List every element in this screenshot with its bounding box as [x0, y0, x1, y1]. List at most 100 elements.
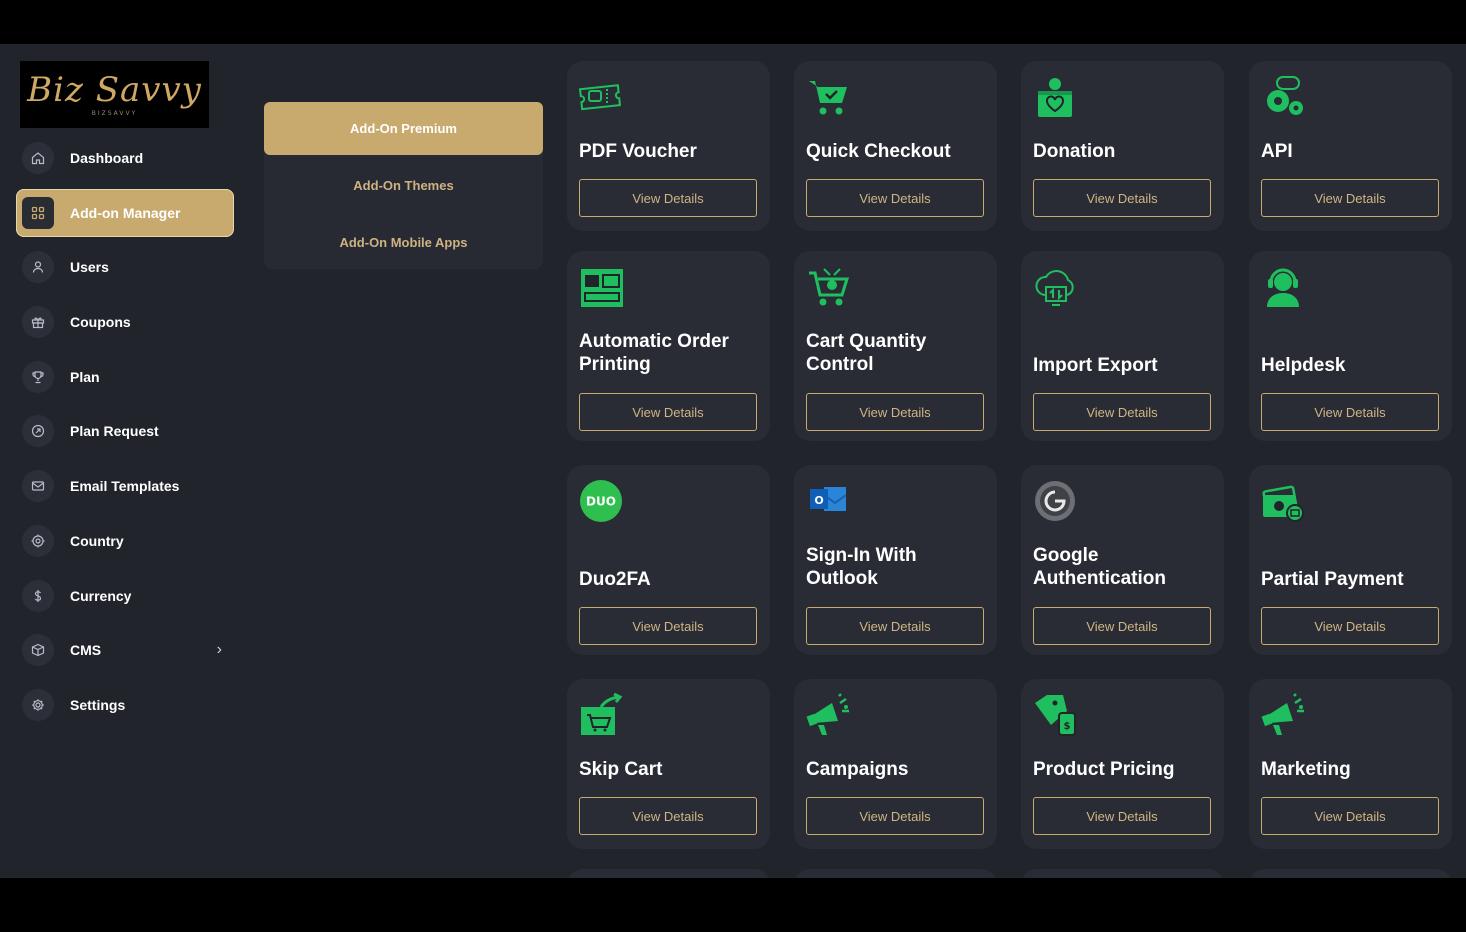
view-details-button[interactable]: View Details [806, 393, 984, 431]
printer-icon [579, 265, 625, 309]
outlook-icon: O [806, 479, 852, 523]
sidebar-item-label: CMS [70, 642, 102, 659]
sidebar-item-country[interactable]: Country [16, 517, 234, 565]
voucher-icon [578, 75, 625, 119]
addon-card-partial [567, 869, 770, 878]
view-details-button[interactable]: View Details [1261, 607, 1439, 645]
sidebar-item-settings[interactable]: Settings [16, 681, 234, 729]
sidebar-item-plan[interactable]: Plan [16, 353, 234, 401]
sidebar-item-label: Dashboard [70, 150, 144, 166]
addon-title: Quick Checkout [806, 141, 951, 162]
addon-card-campaigns: Campaigns View Details [794, 679, 997, 849]
addon-card-helpdesk: Helpdesk View Details [1249, 251, 1452, 441]
sidebar-item-plan-request[interactable]: Plan Request [16, 407, 234, 455]
addon-title: Marketing [1261, 759, 1351, 780]
google-auth-icon [1033, 479, 1079, 523]
addon-title: Sign-In With Outlook [806, 545, 917, 589]
tab-addon-themes[interactable]: Add-On Themes [264, 159, 543, 212]
sidebar-item-label: Users [70, 259, 109, 276]
chevron-right-icon[interactable]: › [217, 641, 222, 659]
trophy-icon [22, 360, 54, 393]
view-details-button[interactable]: View Details [579, 393, 757, 431]
brand-logo[interactable]: Biz Savvy BIZSAVVY [20, 61, 209, 128]
view-details-button[interactable]: View Details [1033, 607, 1211, 645]
sidebar-item-email-templates[interactable]: Email Templates [16, 462, 234, 510]
addon-card-pdf-voucher: PDF Voucher View Details [567, 61, 770, 231]
sidebar-item-coupons[interactable]: Coupons [16, 298, 234, 346]
view-details-button[interactable]: View Details [1261, 179, 1439, 217]
addon-title: Helpdesk [1261, 355, 1346, 376]
addon-card-partial [1249, 869, 1452, 878]
addon-card-skip-cart: Skip Cart View Details [567, 679, 770, 849]
addon-card-donation: Donation View Details [1021, 61, 1224, 231]
view-details-button[interactable]: View Details [1033, 797, 1211, 835]
sidebar-item-label: Coupons [70, 314, 131, 331]
addon-title: Automatic Order Printing [579, 331, 729, 375]
sidebar-item-currency[interactable]: Currency [16, 572, 234, 620]
sidebar-item-users[interactable]: Users [16, 243, 234, 291]
api-gears-icon [1261, 75, 1307, 119]
view-details-button[interactable]: View Details [1261, 393, 1439, 431]
cart-quantity-icon [806, 265, 852, 309]
skip-cart-icon [579, 692, 625, 737]
view-details-button[interactable]: View Details [579, 797, 757, 835]
sidebar-item-label: Country [70, 532, 124, 549]
app-screen: Biz Savvy BIZSAVVY Dashboard Add-on Mana… [0, 44, 1466, 878]
dollar-icon [22, 579, 54, 612]
price-tag-icon: $ [1033, 693, 1079, 737]
addon-card-quick-checkout: Quick Checkout View Details [794, 61, 997, 231]
addon-card-google-authentication: Google Authentication View Details [1021, 465, 1224, 655]
addon-card-automatic-order-printing: Automatic Order Printing View Details [567, 251, 770, 441]
addon-card-import-export: Import Export View Details [1021, 251, 1224, 441]
view-details-button[interactable]: View Details [806, 797, 984, 835]
addon-title: Skip Cart [579, 759, 663, 780]
wallet-icon [1261, 479, 1307, 523]
gift-icon [22, 306, 54, 339]
donation-box-icon [1033, 75, 1079, 119]
logo-subtext: BIZSAVVY [91, 110, 138, 117]
sidebar-item-label: Settings [70, 696, 126, 713]
addon-card-partial [1021, 869, 1224, 878]
addon-title: Partial Payment [1261, 569, 1404, 590]
addon-title: API [1261, 141, 1293, 162]
view-details-button[interactable]: View Details [806, 607, 984, 645]
arrow-circle-icon [22, 415, 54, 448]
view-details-button[interactable]: View Details [1261, 797, 1439, 835]
view-details-button[interactable]: View Details [1033, 179, 1211, 217]
sidebar-nav: Dashboard Add-on Manager Users Coupons P… [16, 134, 234, 736]
view-details-button[interactable]: View Details [1033, 393, 1211, 431]
addon-card-product-pricing: $ Product Pricing View Details [1021, 679, 1224, 849]
duo-icon: DUO [579, 479, 625, 523]
addon-card-partial-payment: Partial Payment View Details [1249, 465, 1452, 655]
sidebar-item-dashboard[interactable]: Dashboard [16, 134, 234, 182]
tab-addon-premium[interactable]: Add-On Premium [264, 102, 543, 155]
addon-title: Google Authentication [1033, 545, 1166, 589]
megaphone-icon [806, 693, 852, 737]
addon-card-cart-quantity-control: Cart Quantity Control View Details [794, 251, 997, 441]
grid-icon [22, 196, 54, 229]
sidebar-item-addon-manager[interactable]: Add-on Manager [16, 188, 234, 237]
addon-title: Donation [1033, 141, 1116, 162]
megaphone-icon [1261, 693, 1307, 737]
view-details-button[interactable]: View Details [806, 179, 984, 217]
addon-title: Product Pricing [1033, 759, 1175, 780]
addon-title: Import Export [1033, 355, 1158, 376]
sidebar-item-label: Email Templates [70, 478, 180, 495]
addon-card-duo2fa: DUO Duo2FA View Details [567, 465, 770, 655]
addon-title: Cart Quantity Control [806, 331, 927, 375]
addon-title: Campaigns [806, 759, 909, 780]
tab-addon-mobile-apps[interactable]: Add-On Mobile Apps [264, 216, 543, 269]
sidebar-item-label: Plan Request [70, 423, 159, 440]
target-icon [22, 524, 54, 557]
addon-card-sign-in-with-outlook: O Sign-In With Outlook View Details [794, 465, 997, 655]
logo-script-text: Biz Savvy [27, 70, 202, 110]
svg-text:O: O [814, 494, 823, 507]
view-details-button[interactable]: View Details [579, 607, 757, 645]
cart-check-icon [806, 75, 852, 119]
sidebar-item-cms[interactable]: CMS › [16, 626, 234, 674]
view-details-button[interactable]: View Details [579, 179, 757, 217]
sidebar-item-label: Currency [70, 587, 132, 604]
mail-icon [22, 470, 54, 503]
headset-icon [1261, 265, 1307, 309]
sidebar-item-label: Plan [70, 368, 100, 385]
